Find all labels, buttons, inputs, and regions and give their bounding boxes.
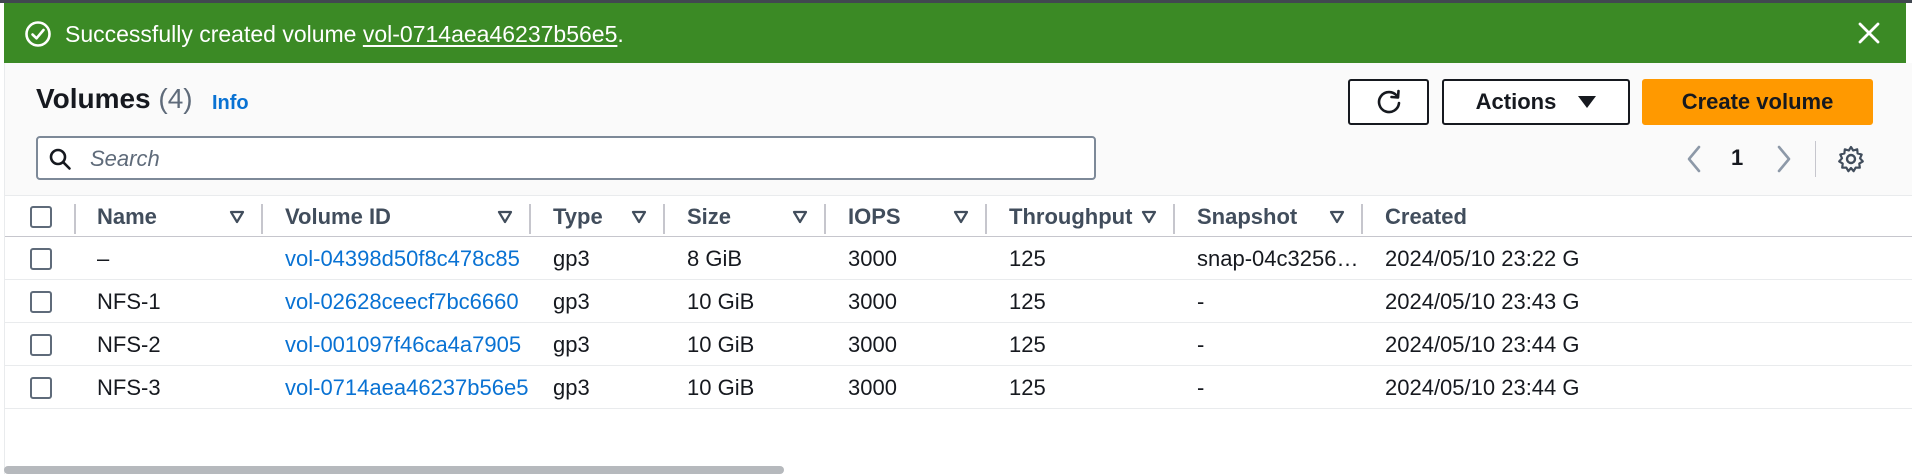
flash-message: Successfully created volume vol-0714aea4… [65,20,624,48]
row-checkbox[interactable] [30,248,52,270]
column-divider[interactable] [261,204,263,234]
horizontal-scrollbar[interactable] [4,466,784,474]
table-row[interactable]: NFS-2 vol-001097f46ca4a7905 gp3 10 GiB 3… [5,323,1912,366]
flash-volume-link[interactable]: vol-0714aea46237b56e5 [363,21,618,47]
cell-name: NFS-2 [97,331,161,357]
search-box [36,136,1096,180]
actions-dropdown-button[interactable]: Actions [1442,79,1630,125]
table-row[interactable]: NFS-3 vol-0714aea46237b56e5 gp3 10 GiB 3… [5,366,1912,409]
cell-created: 2024/05/10 23:44 G [1385,331,1580,357]
cell-name: NFS-1 [97,288,161,314]
column-divider[interactable] [824,204,826,234]
volumes-panel: Volumes (4) Info Actions Create volume 1… [4,63,1912,474]
column-header-size[interactable]: Size [687,196,731,238]
cell-name: – [97,245,110,271]
actions-label: Actions [1475,89,1557,114]
search-input[interactable] [88,142,1082,176]
column-header-type[interactable]: Type [553,196,603,238]
cell-iops: 3000 [848,245,897,271]
search-icon [49,148,71,170]
volume-count: (4) [158,83,193,114]
chevron-left-icon[interactable] [1683,143,1705,175]
cell-iops: 3000 [848,331,897,357]
cell-size: 10 GiB [687,374,755,400]
info-link[interactable]: Info [212,92,249,115]
cell-volume-id-link[interactable]: vol-04398d50f8c478c85 [285,237,520,280]
cell-throughput: 125 [1009,331,1046,357]
cell-created: 2024/05/10 23:44 G [1385,374,1580,400]
cell-throughput: 125 [1009,374,1046,400]
caret-down-icon [1578,96,1597,108]
cell-size: 8 GiB [687,245,743,271]
pagination-divider [1815,141,1816,177]
cell-type: gp3 [553,288,590,314]
flash-message-suffix: . [617,21,624,47]
sort-down-icon[interactable] [792,210,808,224]
cell-volume-id-link[interactable]: vol-0714aea46237b56e5 [285,366,528,409]
column-header-iops[interactable]: IOPS [848,196,901,238]
column-header-name[interactable]: Name [97,196,157,238]
cell-type: gp3 [553,245,590,271]
column-divider [74,204,76,234]
table-row[interactable]: NFS-1 vol-02628ceecf7bc6660 gp3 10 GiB 3… [5,280,1912,323]
table-row[interactable]: – vol-04398d50f8c478c85 gp3 8 GiB 3000 1… [5,237,1912,280]
cell-type: gp3 [553,374,590,400]
row-checkbox[interactable] [30,291,52,313]
cell-created: 2024/05/10 23:43 G [1385,288,1580,314]
page-title: Volumes (4) [36,83,193,115]
cell-name: NFS-3 [97,374,161,400]
sort-down-icon[interactable] [1329,210,1345,224]
column-header-snapshot[interactable]: Snapshot [1197,196,1297,238]
flash-message-prefix: Successfully created volume [65,21,363,47]
select-all-checkbox[interactable] [30,206,52,228]
cell-volume-id-link[interactable]: vol-02628ceecf7bc6660 [285,280,519,323]
create-volume-button[interactable]: Create volume [1642,79,1873,125]
success-check-icon [25,21,51,47]
column-divider[interactable] [1173,204,1175,234]
row-checkbox[interactable] [30,334,52,356]
cell-snapshot: - [1197,331,1205,357]
cell-throughput: 125 [1009,245,1046,271]
success-flash-banner: Successfully created volume vol-0714aea4… [4,3,1906,63]
cell-throughput: 125 [1009,288,1046,314]
gear-icon[interactable] [1836,144,1866,174]
cell-iops: 3000 [848,288,897,314]
page-title-text: Volumes [36,83,151,114]
cell-size: 10 GiB [687,288,755,314]
refresh-icon [1377,89,1400,114]
cell-volume-id-link[interactable]: vol-001097f46ca4a7905 [285,323,521,366]
current-page-number[interactable]: 1 [1731,145,1743,171]
column-divider[interactable] [1361,204,1363,234]
cell-created: 2024/05/10 23:22 G [1385,245,1580,271]
close-icon[interactable] [1854,18,1884,48]
cell-size: 10 GiB [687,331,755,357]
sort-down-icon[interactable] [953,210,969,224]
sort-down-icon[interactable] [497,210,513,224]
cell-snapshot: - [1197,374,1205,400]
table-header: Name Volume ID Type Size IOPS Throughput… [5,195,1912,237]
refresh-button[interactable] [1348,79,1429,125]
cell-snapshot: snap-04c3256… [1197,245,1359,271]
column-divider[interactable] [529,204,531,234]
column-header-throughput[interactable]: Throughput [1009,196,1132,238]
chevron-right-icon[interactable] [1773,143,1795,175]
column-divider[interactable] [663,204,665,234]
column-header-volume-id[interactable]: Volume ID [285,196,391,238]
row-checkbox[interactable] [30,377,52,399]
sort-down-icon[interactable] [1141,210,1157,224]
cell-snapshot: - [1197,288,1205,314]
sort-down-icon[interactable] [631,210,647,224]
cell-type: gp3 [553,331,590,357]
column-header-created[interactable]: Created [1385,196,1467,238]
cell-iops: 3000 [848,374,897,400]
column-divider[interactable] [985,204,987,234]
sort-down-icon[interactable] [229,210,245,224]
